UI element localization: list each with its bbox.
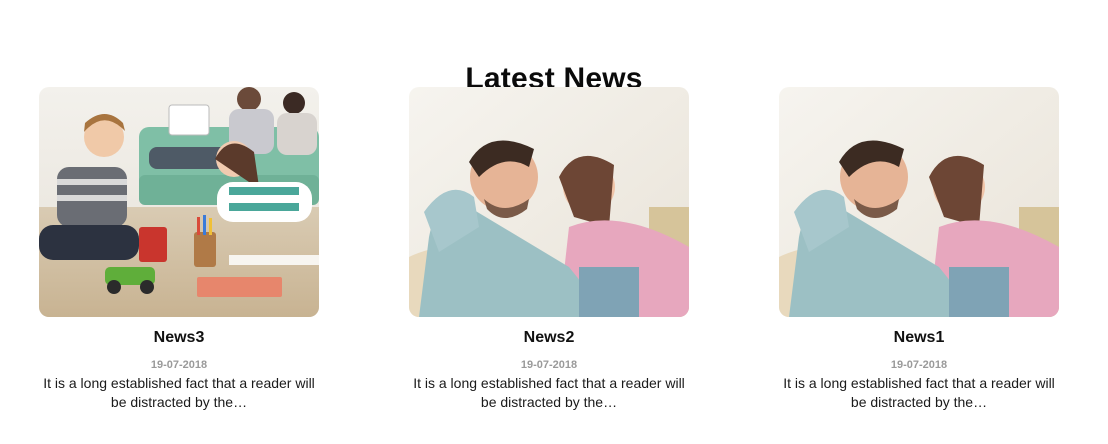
news-title[interactable]: News3 — [36, 329, 322, 347]
news-title[interactable]: News2 — [406, 329, 692, 347]
news-excerpt: It is a long established fact that a rea… — [783, 375, 1055, 410]
news-card-image-link[interactable] — [776, 87, 1062, 317]
news-card[interactable]: News1 19-07-2018 It is a long establishe… — [776, 87, 1062, 412]
news-card[interactable]: News3 19-07-2018 It is a long establishe… — [36, 87, 322, 412]
news-image-couple-relaxing — [409, 87, 689, 317]
news-card-image-link[interactable] — [36, 87, 322, 317]
news-excerpt: It is a long established fact that a rea… — [43, 375, 315, 410]
news-image-couple-relaxing — [779, 87, 1059, 317]
news-date: 19-07-2018 — [520, 359, 578, 371]
news-card[interactable]: News2 19-07-2018 It is a long establishe… — [406, 87, 692, 412]
news-card-image-link[interactable] — [406, 87, 692, 317]
news-excerpt: It is a long established fact that a rea… — [413, 375, 685, 410]
news-date: 19-07-2018 — [150, 359, 208, 371]
news-title[interactable]: News1 — [776, 329, 1062, 347]
news-image-kids-playing — [39, 87, 319, 317]
news-date: 19-07-2018 — [890, 359, 948, 371]
